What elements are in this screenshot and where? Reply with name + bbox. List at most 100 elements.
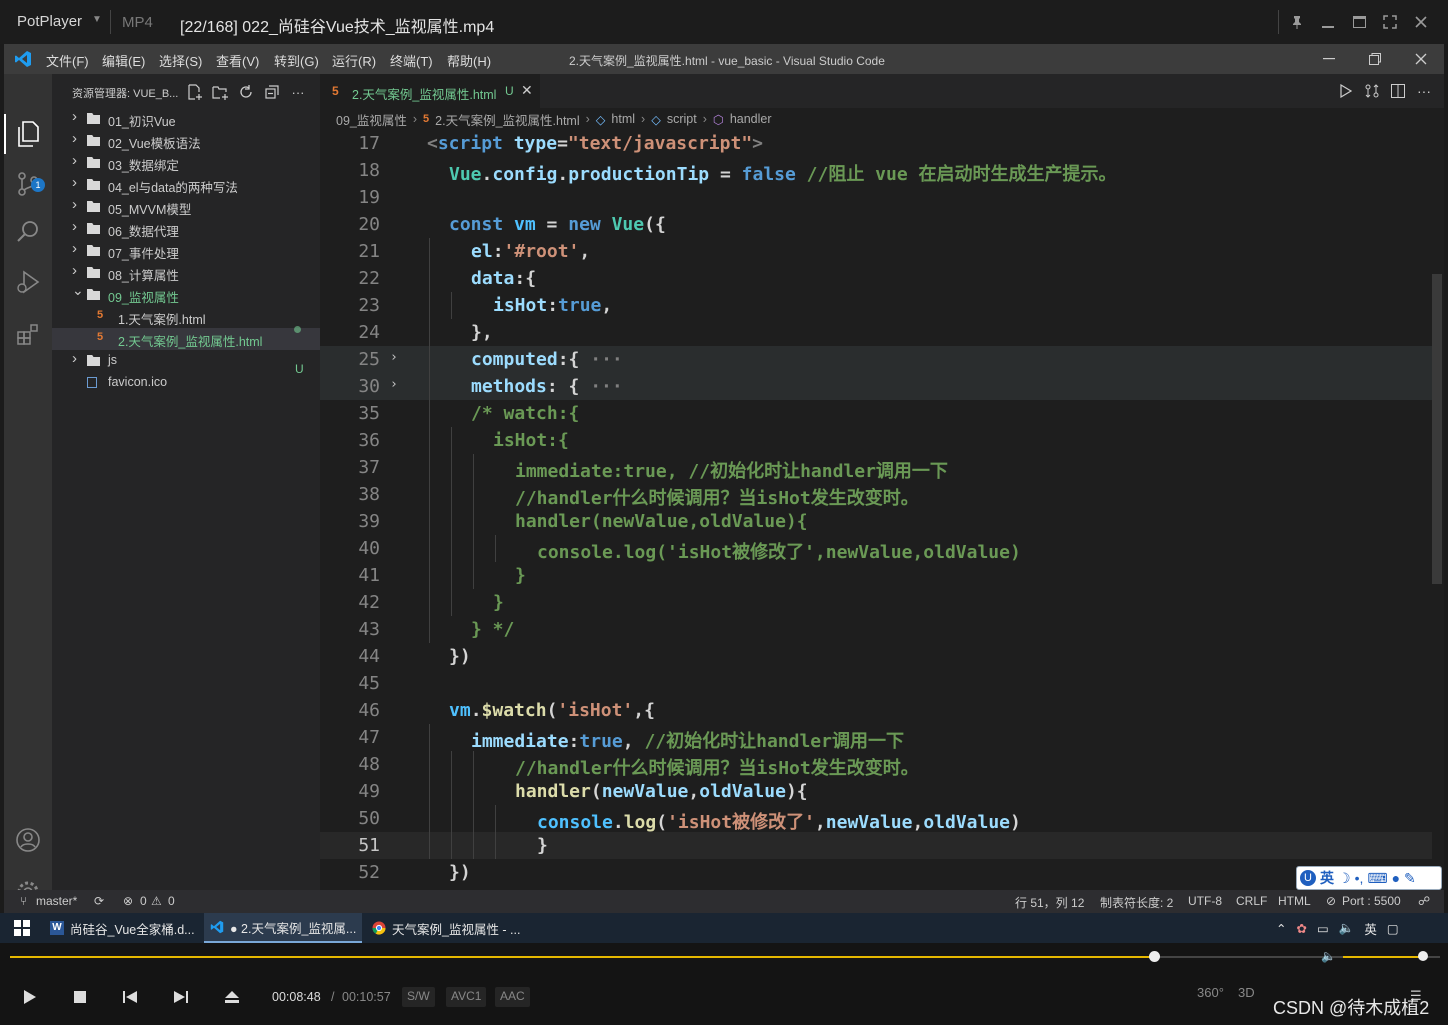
- close-icon[interactable]: [1408, 48, 1434, 70]
- new-folder-icon[interactable]: [210, 82, 230, 102]
- minimize-icon[interactable]: [1314, 8, 1342, 36]
- tree-folder[interactable]: ⌄ 09_监视属性: [52, 282, 320, 306]
- code-line[interactable]: 23 isHot:true,: [320, 292, 1444, 319]
- scrollbar-thumb[interactable]: [1432, 274, 1442, 584]
- potplayer-menu-button[interactable]: PotPlayer: [17, 13, 82, 30]
- code-line[interactable]: 40 console.log('isHot被修改了',newValue,oldVa…: [320, 535, 1444, 563]
- network-icon[interactable]: ▭: [1317, 921, 1329, 936]
- tree-folder[interactable]: › 08_计算属性: [52, 262, 320, 284]
- fullscreen-icon[interactable]: [1376, 8, 1404, 36]
- tree-folder[interactable]: › js: [52, 350, 320, 372]
- menu-view[interactable]: 查看(V): [216, 51, 259, 70]
- extensions-icon[interactable]: [14, 320, 42, 348]
- new-file-icon[interactable]: [184, 82, 204, 102]
- menu-file[interactable]: 文件(F): [46, 51, 89, 70]
- user-icon[interactable]: ●: [1392, 870, 1400, 886]
- punctuation-icon[interactable]: •,: [1355, 870, 1364, 886]
- notification-icon[interactable]: ▢: [1387, 921, 1399, 936]
- tree-folder[interactable]: › 04_el与data的两种写法: [52, 174, 320, 196]
- collapse-all-icon[interactable]: [262, 82, 282, 102]
- keyboard-icon[interactable]: ⌨: [1367, 870, 1387, 887]
- volume-icon[interactable]: 🔈: [1339, 921, 1355, 936]
- taskbar-chrome[interactable]: 天气案例_监视属性 - ...: [366, 913, 524, 943]
- code-line[interactable]: 20 const vm = new Vue({: [320, 211, 1444, 238]
- restore-icon[interactable]: [1362, 48, 1388, 70]
- error-icon[interactable]: ⊗: [123, 894, 133, 908]
- search-icon[interactable]: [14, 218, 42, 246]
- code-line[interactable]: 46 vm.$watch('isHot',{: [320, 697, 1444, 724]
- code-line[interactable]: 42}: [320, 589, 1444, 616]
- codec-tag[interactable]: AAC: [495, 987, 530, 1007]
- codec-tag[interactable]: AVC1: [446, 987, 487, 1007]
- code-line[interactable]: 51}: [320, 832, 1444, 859]
- code-editor[interactable]: 17 <script type="text/javascript"> 18 Vue.c…: [320, 130, 1444, 890]
- wrench-icon[interactable]: ✎: [1404, 870, 1416, 887]
- git-branch[interactable]: master*: [36, 894, 77, 908]
- previous-icon[interactable]: [118, 985, 142, 1009]
- code-line[interactable]: 37 immediate:true, //初始化时让handler调用一下: [320, 454, 1444, 482]
- fold-chevron-icon[interactable]: ›: [390, 377, 398, 392]
- moon-icon[interactable]: ☽: [1338, 870, 1351, 887]
- taskbar-vscode[interactable]: ● 2.天气案例_监视属...: [204, 913, 362, 943]
- code-line[interactable]: 44}): [320, 643, 1444, 670]
- code-line[interactable]: 48 //handler什么时候调用？当isHot发生改变时。: [320, 751, 1444, 779]
- menu-run[interactable]: 运行(R): [332, 51, 376, 70]
- volume-icon[interactable]: 🔈: [1321, 949, 1336, 963]
- breadcrumb-html[interactable]: html: [611, 112, 635, 126]
- seek-handle[interactable]: [1149, 951, 1160, 962]
- code-line[interactable]: 25 › computed:{ ···: [320, 346, 1444, 373]
- code-line[interactable]: 36 isHot:{: [320, 427, 1444, 454]
- account-icon[interactable]: [14, 826, 42, 854]
- error-count[interactable]: 0: [140, 894, 147, 908]
- taskbar-word[interactable]: W 尚硅谷_Vue全家桶.d...: [44, 913, 200, 943]
- tree-file[interactable]: favicon.ico: [52, 372, 320, 394]
- live-server-port[interactable]: Port : 5500: [1342, 894, 1401, 908]
- more-actions-icon[interactable]: ···: [288, 82, 308, 102]
- code-line[interactable]: 45: [320, 670, 1444, 697]
- chevron-up-icon[interactable]: ⌃: [1276, 921, 1286, 936]
- code-line[interactable]: 38 //handler什么时候调用？当isHot发生改变时。: [320, 481, 1444, 509]
- code-line[interactable]: 39 handler(newValue,oldValue){: [320, 508, 1444, 535]
- breadcrumb-handler[interactable]: handler: [730, 112, 772, 126]
- encoding[interactable]: UTF-8: [1188, 894, 1222, 908]
- fold-chevron-icon[interactable]: ›: [390, 350, 398, 365]
- close-icon[interactable]: [1407, 8, 1435, 36]
- breadcrumb-script[interactable]: script: [667, 112, 697, 126]
- run-debug-icon[interactable]: [14, 268, 42, 296]
- line-ending[interactable]: CRLF: [1236, 894, 1267, 908]
- code-line[interactable]: 30 › methods: { ···: [320, 373, 1444, 400]
- ime-indicator[interactable]: 英: [1364, 919, 1377, 938]
- cursor-position[interactable]: 行 51，列 12: [1015, 894, 1084, 911]
- language-mode[interactable]: HTML: [1278, 894, 1311, 908]
- code-line[interactable]: 43} */: [320, 616, 1444, 643]
- breadcrumb-file[interactable]: 2.天气案例_监视属性.html: [435, 110, 579, 129]
- ime-toolbar[interactable]: U 英 ☽ •, ⌨ ● ✎: [1296, 866, 1442, 890]
- code-line[interactable]: 22 data:{: [320, 265, 1444, 292]
- more-actions-icon[interactable]: ···: [1412, 80, 1436, 102]
- feedback-icon[interactable]: ☍: [1418, 894, 1430, 908]
- code-line[interactable]: 19: [320, 184, 1444, 211]
- chevron-down-icon[interactable]: ▼: [92, 14, 102, 25]
- menu-goto[interactable]: 转到(G): [274, 51, 319, 70]
- code-line[interactable]: 35 /* watch:{: [320, 400, 1444, 427]
- eject-icon[interactable]: [220, 985, 244, 1009]
- tree-file[interactable]: 5 2.天气案例_监视属性.html: [52, 328, 320, 350]
- code-line[interactable]: 21 el:'#root',: [320, 238, 1444, 265]
- tree-folder[interactable]: › 07_事件处理: [52, 240, 320, 262]
- minimize-icon[interactable]: [1316, 48, 1342, 70]
- menu-selection[interactable]: 选择(S): [159, 51, 202, 70]
- play-icon[interactable]: [18, 985, 42, 1009]
- tree-folder[interactable]: › 02_Vue模板语法: [52, 130, 320, 152]
- code-line[interactable]: 18 Vue.config.productionTip = false //阻止 …: [320, 157, 1444, 185]
- breadcrumb-folder[interactable]: 09_监视属性: [336, 110, 407, 129]
- ime-language[interactable]: 英: [1320, 868, 1334, 888]
- menu-terminal[interactable]: 终端(T): [390, 51, 433, 70]
- tree-folder[interactable]: › 06_数据代理: [52, 218, 320, 240]
- code-line[interactable]: 47 immediate:true, //初始化时让handler调用一下: [320, 724, 1444, 752]
- tab-size[interactable]: 制表符长度: 2: [1100, 894, 1173, 911]
- sync-icon[interactable]: ⟳: [94, 894, 104, 908]
- code-line[interactable]: 50 console.log('isHot被修改了',newValue,oldVa…: [320, 805, 1444, 833]
- warning-count[interactable]: 0: [168, 894, 175, 908]
- close-tab-icon[interactable]: ✕: [521, 82, 533, 99]
- maximize-icon[interactable]: [1345, 8, 1373, 36]
